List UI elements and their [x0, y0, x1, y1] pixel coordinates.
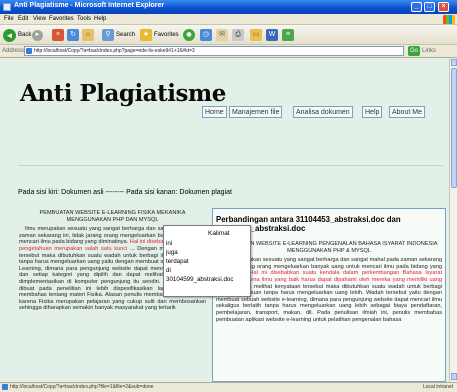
toolbar: ◄ Back ► × ↻ ⌂ ⚲ Search ★ Favorites ◉ ◷ …: [0, 25, 457, 45]
address-input[interactable]: http://localhost/Copy/?a=backIndex.php?p…: [24, 46, 404, 56]
menu-view[interactable]: View: [33, 16, 46, 22]
media-button[interactable]: ◉: [183, 28, 195, 42]
stop-button[interactable]: ×: [52, 28, 64, 42]
forward-arrow-icon: ►: [32, 29, 43, 41]
nav-manajemen-file[interactable]: Manajemen file: [229, 106, 283, 118]
maximize-button[interactable]: □: [424, 2, 435, 12]
nav-home[interactable]: Home: [202, 106, 227, 118]
security-zone: Local intranet: [422, 384, 453, 390]
address-bar: Address http://localhost/Copy/?a=backInd…: [0, 45, 457, 58]
page-icon: [26, 48, 32, 54]
search-button[interactable]: ⚲ Search: [102, 28, 135, 42]
menu-tools[interactable]: Tools: [77, 16, 91, 22]
history-button[interactable]: ◷: [200, 28, 212, 42]
folder-icon: ▭: [250, 29, 262, 41]
history-icon: ◷: [200, 29, 212, 41]
favorites-button[interactable]: ★ Favorites: [140, 28, 179, 42]
popup-line-2: juga: [166, 249, 178, 256]
ie-app-icon: [3, 3, 11, 11]
original-title: PEMBUATAN WEBSITE E-LEARNING FISIKA MEKA…: [39, 210, 186, 223]
search-icon: ⚲: [102, 29, 114, 41]
popup-line-1: ini: [166, 240, 173, 247]
mail-button[interactable]: ✉: [216, 28, 228, 42]
media-icon: ◉: [183, 29, 195, 41]
scroll-thumb[interactable]: [451, 68, 457, 188]
nav-analisa-dokumen[interactable]: Analisa dokumen: [293, 106, 353, 118]
stop-icon: ×: [52, 29, 64, 41]
minimize-button[interactable]: _: [411, 2, 422, 12]
word-icon: W: [266, 29, 278, 41]
menu-bar: File Edit View Favorites Tools Help: [0, 14, 457, 25]
menu-file[interactable]: File: [4, 16, 14, 22]
title-bar: Anti Plagiatisme - Microsoft Internet Ex…: [0, 0, 457, 14]
popup-line-4: di: [166, 267, 171, 274]
links-label[interactable]: Links: [422, 48, 436, 54]
windows-logo-icon: [443, 15, 455, 24]
home-icon: ⌂: [82, 29, 94, 41]
nav-help[interactable]: Help: [362, 106, 383, 118]
address-label: Address: [2, 48, 25, 54]
status-page-icon: [2, 384, 8, 390]
go-button[interactable]: Go: [408, 46, 420, 56]
edit-button[interactable]: W: [266, 28, 278, 42]
home-button[interactable]: ⌂: [82, 28, 94, 42]
back-button[interactable]: ◄ Back: [3, 28, 31, 42]
status-bar: http://localhost/Copy/?a=backIndex.php?f…: [0, 382, 457, 392]
back-arrow-icon: ◄: [3, 28, 16, 42]
scroll-down-arrow[interactable]: [451, 373, 457, 380]
popup-line-5: 30104599_abstraksi.doc: [166, 276, 234, 283]
mail-icon: ✉: [216, 29, 228, 41]
print-icon: ⎙: [232, 29, 244, 41]
vertical-scrollbar[interactable]: [449, 58, 457, 382]
menu-edit[interactable]: Edit: [18, 16, 28, 22]
forward-button[interactable]: ►: [32, 28, 43, 42]
page-viewport: Anti Plagiatisme Home Manajemen file Ana…: [0, 58, 449, 382]
window-title: Anti Plagiatisme - Microsoft Internet Ex…: [14, 2, 165, 9]
address-url: http://localhost/Copy/?a=backIndex.php?p…: [34, 48, 195, 54]
folder-button[interactable]: ▭: [250, 28, 262, 42]
sentence-popup: Kalimat ini juga terdapat di 30104599_ab…: [163, 225, 251, 297]
refresh-button[interactable]: ↻: [67, 28, 79, 42]
comparison-heading: Pada sisi kiri: Dokumen asli -------- Pa…: [18, 189, 232, 196]
nav-about-me[interactable]: About Me: [389, 106, 425, 118]
divider: [18, 165, 443, 166]
popup-line-3: terdapat: [166, 258, 189, 265]
discuss-button[interactable]: ≡: [282, 28, 294, 42]
menu-help[interactable]: Help: [94, 16, 106, 22]
star-icon: ★: [140, 29, 152, 41]
go-label: Go: [409, 48, 418, 54]
discuss-icon: ≡: [282, 29, 294, 41]
close-button[interactable]: ×: [438, 2, 449, 12]
popup-title: Kalimat: [208, 230, 230, 237]
refresh-icon: ↻: [67, 29, 79, 41]
scroll-up-arrow[interactable]: [451, 59, 457, 66]
status-text: http://localhost/Copy/?a=backIndex.php?f…: [10, 384, 154, 390]
print-button[interactable]: ⎙: [232, 28, 244, 42]
site-logo: Anti Plagiatisme: [20, 80, 226, 107]
menu-favorites[interactable]: Favorites: [49, 16, 74, 22]
